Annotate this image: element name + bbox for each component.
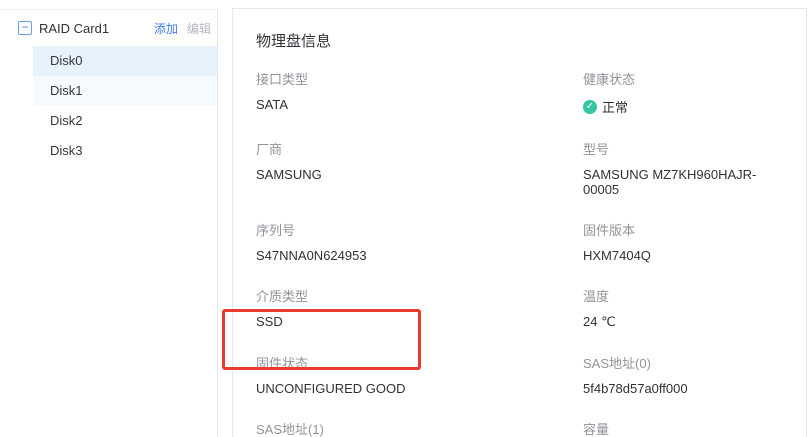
field-label: 型号 [583, 139, 786, 158]
tree-root-row: − RAID Card1 添加 编辑 [0, 10, 217, 46]
check-circle-icon: ✓ [583, 100, 597, 114]
field-value: SAMSUNG MZ7KH960HAJR-00005 [583, 167, 786, 197]
field-health-status: 健康状态 ✓ 正常 [583, 69, 786, 116]
tree-actions: 添加 编辑 [154, 20, 211, 37]
field-value: SAMSUNG [256, 167, 583, 182]
field-firmware-version: 固件版本 HXM7404Q [583, 220, 786, 263]
field-grid: 接口类型 SATA 健康状态 ✓ 正常 厂商 SAMSUNG 型号 SAMSUN… [256, 69, 786, 437]
disk-tree-sidebar: − RAID Card1 添加 编辑 Disk0 Disk1 Disk2 Dis… [0, 9, 218, 437]
field-value: 24 ℃ [583, 314, 786, 330]
field-value: UNCONFIGURED GOOD [256, 381, 583, 396]
field-value: SATA [256, 97, 583, 112]
field-value: 5f4b78d57a0ff000 [583, 381, 786, 396]
sidebar-item-disk3[interactable]: Disk3 [33, 136, 217, 166]
field-value: ✓ 正常 [583, 97, 786, 116]
field-label: 固件版本 [583, 220, 786, 239]
field-media-type: 介质类型 SSD [256, 286, 583, 330]
field-label: 介质类型 [256, 286, 583, 305]
field-label: 厂商 [256, 139, 583, 158]
field-label: 温度 [583, 286, 786, 305]
physical-disk-info-panel: 物理盘信息 接口类型 SATA 健康状态 ✓ 正常 厂商 SAMSUNG 型号 … [232, 8, 807, 437]
field-label: 健康状态 [583, 69, 786, 88]
sidebar-item-disk0[interactable]: Disk0 [33, 46, 217, 76]
health-status-text: 正常 [602, 97, 628, 116]
field-label: SAS地址(0) [583, 353, 786, 372]
add-link[interactable]: 添加 [154, 20, 178, 37]
sidebar-item-disk1[interactable]: Disk1 [33, 76, 217, 106]
field-model: 型号 SAMSUNG MZ7KH960HAJR-00005 [583, 139, 786, 197]
field-temperature: 温度 24 ℃ [583, 286, 786, 330]
field-firmware-state: 固件状态 UNCONFIGURED GOOD [256, 353, 583, 396]
tree-root-label[interactable]: RAID Card1 [39, 21, 154, 36]
raid-management-page: − RAID Card1 添加 编辑 Disk0 Disk1 Disk2 Dis… [0, 0, 812, 437]
sidebar-item-disk2[interactable]: Disk2 [33, 106, 217, 136]
field-value: S47NNA0N624953 [256, 248, 583, 263]
field-value: SSD [256, 314, 583, 329]
field-label: 固件状态 [256, 353, 583, 372]
field-sas-address-1: SAS地址(1) 0000000000000000 [256, 419, 583, 437]
field-value: HXM7404Q [583, 248, 786, 263]
field-vendor: 厂商 SAMSUNG [256, 139, 583, 197]
field-serial-number: 序列号 S47NNA0N624953 [256, 220, 583, 263]
field-label: 容量 [583, 419, 786, 437]
field-interface-type: 接口类型 SATA [256, 69, 583, 116]
collapse-minus-icon[interactable]: − [18, 21, 32, 35]
field-label: 接口类型 [256, 69, 583, 88]
field-label: 序列号 [256, 220, 583, 239]
edit-link[interactable]: 编辑 [187, 20, 211, 37]
field-label: SAS地址(1) [256, 419, 583, 437]
page-title: 物理盘信息 [256, 30, 786, 51]
field-capacity: 容量 0.872 TB [583, 419, 786, 437]
field-sas-address-0: SAS地址(0) 5f4b78d57a0ff000 [583, 353, 786, 396]
